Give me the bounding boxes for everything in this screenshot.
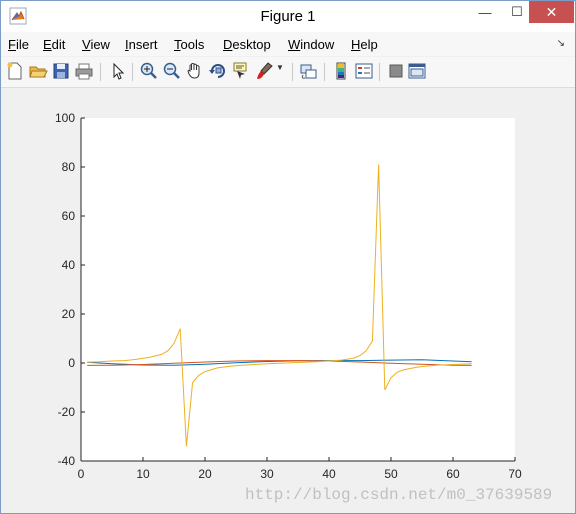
toolbar-separator: [100, 63, 101, 81]
menu-desktop[interactable]: Desktop: [223, 37, 271, 52]
new-figure-icon[interactable]: [5, 61, 25, 81]
hide-plot-tools-icon[interactable]: [386, 61, 406, 81]
brush-icon[interactable]: [254, 61, 274, 81]
y-tick-label: 40: [62, 258, 76, 272]
menu-edit-label: dit: [51, 37, 66, 52]
insert-colorbar-icon[interactable]: [331, 61, 351, 81]
title-bar[interactable]: Figure 1 — ☐ ✕: [1, 1, 575, 32]
axes-background: [81, 118, 515, 461]
menu-insert-label: nsert: [128, 37, 158, 52]
line-chart[interactable]: 0 10 20 30 40 50 60 70 -40 -20 0 20 40 60 80 100: [9, 88, 567, 510]
figure-window: Figure 1 — ☐ ✕ File Edit View Insert Too…: [0, 0, 576, 514]
figure-toolbar: ▼: [1, 57, 575, 88]
link-plot-icon[interactable]: [299, 61, 319, 81]
x-tick-label: 50: [384, 467, 398, 481]
open-file-icon[interactable]: [28, 61, 48, 81]
print-icon[interactable]: [74, 61, 94, 81]
zoom-out-icon[interactable]: [162, 61, 182, 81]
menu-window-mnemonic: W: [288, 37, 301, 52]
menu-desktop-mnemonic: D: [223, 37, 233, 52]
pan-icon[interactable]: [185, 61, 205, 81]
menu-file-mnemonic: F: [8, 37, 16, 52]
data-cursor-icon[interactable]: [231, 61, 251, 81]
close-button[interactable]: ✕: [529, 1, 574, 23]
toolbar-separator: [132, 63, 133, 81]
menu-file[interactable]: File: [8, 37, 29, 52]
watermark-text: http://blog.csdn.net/m0_37639589: [245, 486, 553, 504]
minimize-button[interactable]: —: [471, 1, 499, 23]
edit-plot-icon[interactable]: [108, 61, 128, 81]
menu-bar: File Edit View Insert Tools Desktop Wind…: [1, 32, 575, 56]
menu-window[interactable]: Window: [288, 37, 334, 52]
menu-file-label: ile: [15, 37, 29, 52]
toolbar-separator: [324, 63, 325, 81]
dock-figure-icon[interactable]: ↘: [557, 38, 565, 49]
menu-tools-label: ools: [180, 37, 205, 52]
x-tick-label: 30: [260, 467, 274, 481]
menu-edit-mnemonic: E: [43, 37, 52, 52]
menu-edit[interactable]: Edit: [43, 37, 65, 52]
menu-view-label: iew: [90, 37, 110, 52]
figure-canvas[interactable]: 0 10 20 30 40 50 60 70 -40 -20 0 20 40 60 80 100: [9, 88, 567, 510]
menu-tools[interactable]: Tools: [174, 37, 204, 52]
toolbar-separator: [379, 63, 380, 81]
x-tick-label: 60: [446, 467, 460, 481]
menu-window-label: indow: [300, 37, 335, 52]
maximize-button[interactable]: ☐: [503, 1, 531, 23]
show-plot-tools-icon[interactable]: [407, 61, 427, 81]
rotate-3d-icon[interactable]: [208, 61, 228, 81]
menu-insert[interactable]: Insert: [125, 37, 158, 52]
y-tick-label: 100: [55, 111, 75, 125]
x-tick-label: 0: [78, 467, 85, 481]
menu-help-mnemonic: H: [351, 37, 361, 52]
menu-desktop-label: esktop: [232, 37, 271, 52]
y-tick-label: 20: [62, 307, 76, 321]
menu-help-label: elp: [360, 37, 378, 52]
y-tick-label: 0: [68, 356, 75, 370]
x-tick-label: 10: [136, 467, 150, 481]
zoom-in-icon[interactable]: [139, 61, 159, 81]
x-tick-label: 70: [508, 467, 522, 481]
insert-legend-icon[interactable]: [354, 61, 374, 81]
brush-dropdown-icon[interactable]: ▼: [276, 63, 284, 83]
x-tick-label: 40: [322, 467, 336, 481]
y-tick-label: 60: [62, 209, 76, 223]
x-tick-label: 20: [198, 467, 212, 481]
y-tick-label: 80: [62, 160, 76, 174]
toolbar-separator: [292, 63, 293, 81]
menu-view[interactable]: View: [82, 37, 110, 52]
save-icon[interactable]: [51, 61, 71, 81]
y-tick-label: -40: [58, 454, 76, 468]
y-tick-label: -20: [58, 405, 76, 419]
menu-help[interactable]: Help: [351, 37, 378, 52]
